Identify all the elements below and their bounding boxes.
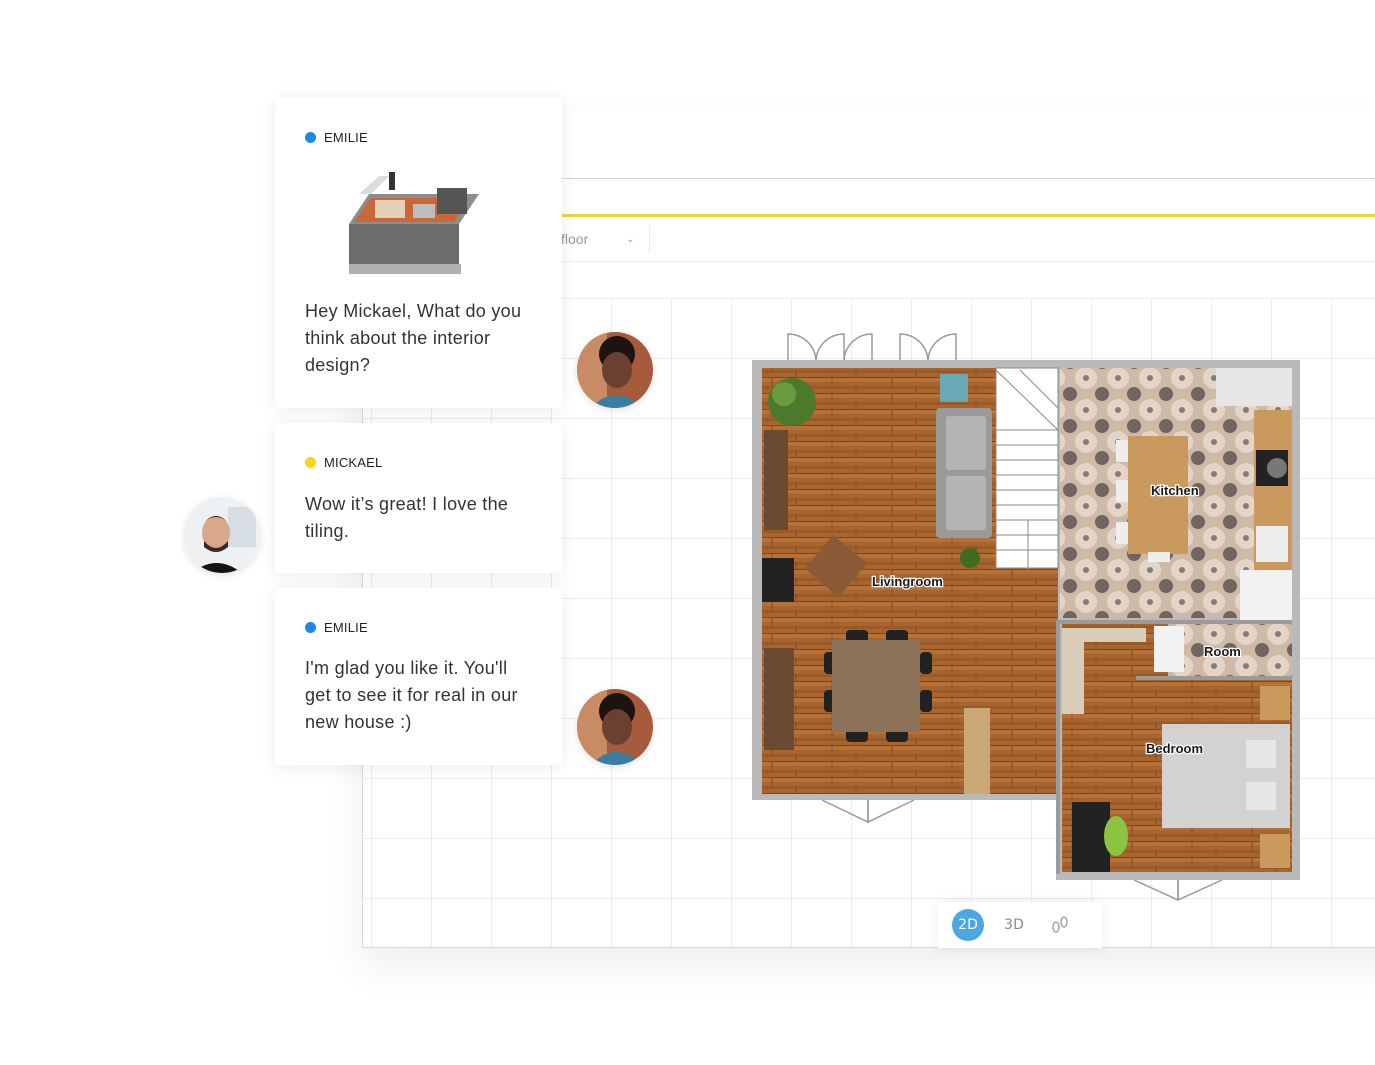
floor-select[interactable]: floor ⌄ xyxy=(561,225,650,253)
room-label-livingroom: Livingroom xyxy=(872,574,943,589)
cushion xyxy=(940,374,968,402)
author-status-dot xyxy=(305,622,316,633)
author-status-dot xyxy=(305,457,316,468)
view-3d-button[interactable]: 3D xyxy=(998,909,1030,941)
view-2d-button[interactable]: 2D xyxy=(952,909,984,941)
avatar-emilie[interactable] xyxy=(577,689,653,765)
room-label-room: Room xyxy=(1204,644,1241,659)
chevron-down-icon: ⌄ xyxy=(626,233,635,245)
avatar-mickael[interactable] xyxy=(184,497,260,573)
sideboard xyxy=(764,648,794,750)
chat-message-2: MICKAEL Wow it’s great! I love the tilin… xyxy=(275,423,562,573)
floor-plan[interactable]: Livingroom Kitchen Room Bedroom xyxy=(750,330,1310,910)
chat-message-3: EMILIE I'm glad you like it. You'll get … xyxy=(275,588,562,765)
house-3d-thumbnail[interactable] xyxy=(329,164,489,280)
chat-message-1: EMILIE Hey Mickael, What do you think ab… xyxy=(275,98,562,408)
chair xyxy=(1104,816,1128,856)
fridge xyxy=(1240,570,1292,622)
counter xyxy=(1216,368,1292,406)
footsteps-icon[interactable] xyxy=(1044,909,1076,941)
bed xyxy=(1162,724,1290,828)
author-name: MICKAEL xyxy=(324,455,383,470)
shelf xyxy=(764,430,788,530)
dining-table xyxy=(832,640,920,732)
message-text: Hey Mickael, What do you think about the… xyxy=(305,301,522,375)
view-mode-switcher: 2D 3D xyxy=(938,902,1102,948)
room-label-kitchen: Kitchen xyxy=(1151,483,1199,498)
avatar-emilie[interactable] xyxy=(577,332,653,408)
doors-top xyxy=(787,333,957,361)
author-name: EMILIE xyxy=(324,130,368,145)
message-text: I'm glad you like it. You'll get to see … xyxy=(305,658,518,732)
sink xyxy=(1256,526,1288,562)
room-label-bedroom: Bedroom xyxy=(1146,741,1203,756)
toilet xyxy=(1154,626,1184,672)
floor-select-label: floor xyxy=(561,231,589,247)
console xyxy=(964,708,990,794)
plant-small xyxy=(960,548,980,568)
author-name: EMILIE xyxy=(324,620,368,635)
message-text: Wow it’s great! I love the tiling. xyxy=(305,494,509,541)
tv-unit xyxy=(762,558,794,602)
author-status-dot xyxy=(305,132,316,143)
